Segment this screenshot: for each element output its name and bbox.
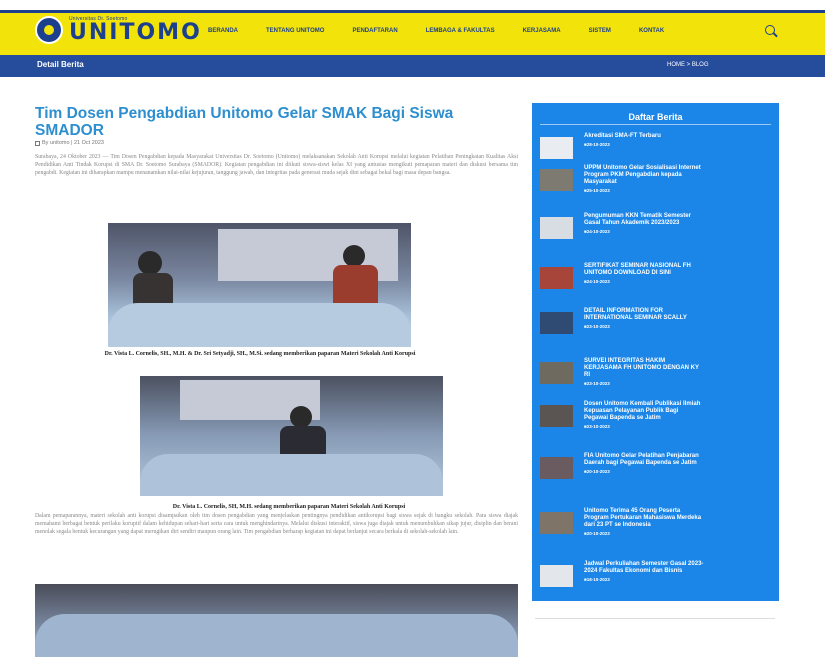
article-meta: By unitomo | 21 Oct 2023: [35, 140, 104, 146]
news-item-date: 28-10-2023: [584, 141, 704, 148]
presenter-figure: [138, 251, 162, 275]
main-nav: BERANDA TENTANG UNITOMO PENDAFTARAN LEMB…: [208, 28, 692, 34]
news-item-date: 18-10-2023: [584, 576, 704, 583]
news-item[interactable]: SERTIFIKAT SEMINAR NASIONAL FH UNITOMO D…: [540, 263, 771, 303]
article-paragraph-2: Dalam pemaparannya, materi sekolah anti …: [35, 513, 518, 536]
news-item-title: FIA Unitomo Gelar Pelatihan Penjabaran D…: [584, 453, 704, 475]
article-photo-3: [35, 584, 518, 657]
news-thumbnail: [540, 405, 573, 427]
news-item-date: 23-10-2023: [584, 380, 704, 387]
students-row: [35, 614, 518, 657]
sidebar-title: Daftar Berita: [628, 112, 683, 122]
page-title: Detail Berita: [37, 60, 84, 69]
news-item[interactable]: Unitomo Terima 45 Orang Peserta Program …: [540, 508, 771, 548]
news-thumbnail: [540, 457, 573, 479]
sidebar-bottom-divider: [535, 618, 775, 619]
sidebar-divider: [540, 124, 771, 125]
news-item-title: SURVEI INTEGRITAS HAKIM KERJASAMA FH UNI…: [584, 358, 704, 387]
nav-item-sistem[interactable]: SISTEM: [589, 28, 611, 34]
news-item-title: DETAIL INFORMATION FOR INTERNATIONAL SEM…: [584, 308, 704, 330]
news-item-date: 20-10-2023: [584, 468, 704, 475]
students-row: [108, 303, 411, 347]
nav-item-tentang[interactable]: TENTANG UNITOMO: [266, 28, 324, 34]
news-item-date: 23-10-2023: [584, 323, 704, 330]
news-item-title: Pengumuman KKN Tematik Semester Gasal Ta…: [584, 213, 704, 235]
page-banner: Detail Berita HOME > BLOG: [0, 55, 825, 77]
news-item[interactable]: SURVEI INTEGRITAS HAKIM KERJASAMA FH UNI…: [540, 358, 771, 398]
nav-item-kerjasama[interactable]: KERJASAMA: [523, 28, 561, 34]
news-item[interactable]: Jadwal Perkuliahan Semester Gasal 2023-2…: [540, 561, 771, 601]
news-item-date: 23-10-2023: [584, 423, 704, 430]
news-thumbnail: [540, 169, 573, 191]
news-item-title: Jadwal Perkuliahan Semester Gasal 2023-2…: [584, 561, 704, 583]
nav-item-lembaga[interactable]: LEMBAGA & FAKULTAS: [426, 28, 495, 34]
news-item-date: 20-10-2023: [584, 530, 704, 537]
news-thumbnail: [540, 267, 573, 289]
news-item[interactable]: Pengumuman KKN Tematik Semester Gasal Ta…: [540, 213, 771, 253]
nav-item-kontak[interactable]: KONTAK: [639, 28, 664, 34]
news-item-title: Unitomo Terima 45 Orang Peserta Program …: [584, 508, 704, 537]
news-item-date: 24-10-2023: [584, 228, 704, 235]
article-photo-1: [108, 223, 411, 347]
news-item-title: SERTIFIKAT SEMINAR NASIONAL FH UNITOMO D…: [584, 263, 704, 285]
news-item-title: Dosen Unitomo Kembali Publikasi Ilmiah K…: [584, 401, 704, 430]
calendar-icon: [35, 140, 40, 146]
news-thumbnail: [540, 137, 573, 159]
article-title: Tim Dosen Pengabdian Unitomo Gelar SMAK …: [35, 105, 454, 139]
news-thumbnail: [540, 512, 573, 534]
logo-wordmark: UNITOMO: [69, 20, 202, 45]
news-item-date: 24-10-2023: [584, 278, 704, 285]
news-thumbnail: [540, 362, 573, 384]
news-sidebar: Daftar Berita Akreditasi SMA-FT Terbaru2…: [532, 103, 779, 601]
presenter-figure-2: [343, 245, 365, 267]
news-item-title: UPPM Unitomo Gelar Sosialisasi Internet …: [584, 165, 704, 194]
breadcrumb[interactable]: HOME > BLOG: [667, 62, 709, 68]
news-thumbnail: [540, 565, 573, 587]
search-icon[interactable]: [765, 25, 775, 35]
logo-emblem-icon: [35, 16, 63, 44]
news-item[interactable]: FIA Unitomo Gelar Pelatihan Penjabaran D…: [540, 453, 771, 493]
article-paragraph-1: Surabaya, 24 Oktober 2023 — Tim Dosen Pe…: [35, 154, 518, 177]
logo-text-group: Universitas Dr. Soetomo UNITOMO: [69, 16, 202, 44]
top-strip: [0, 0, 825, 10]
photo-caption-2: Dr. Vista L. Cornelis, SH, M.H. sedang m…: [172, 504, 406, 510]
news-item-date: 25-10-2023: [584, 187, 704, 194]
news-item[interactable]: UPPM Unitomo Gelar Sosialisasi Internet …: [540, 165, 771, 205]
news-item[interactable]: Dosen Unitomo Kembali Publikasi Ilmiah K…: [540, 401, 771, 441]
students-row: [140, 454, 443, 496]
news-item[interactable]: DETAIL INFORMATION FOR INTERNATIONAL SEM…: [540, 308, 771, 348]
presenter-figure: [290, 406, 312, 428]
nav-item-pendaftaran[interactable]: PENDAFTARAN: [352, 28, 397, 34]
article-photo-2: [140, 376, 443, 496]
news-item-title: Akreditasi SMA-FT Terbaru28-10-2023: [584, 133, 704, 148]
site-logo[interactable]: Universitas Dr. Soetomo UNITOMO: [35, 14, 202, 46]
article-meta-text: By unitomo | 21 Oct 2023: [42, 140, 104, 146]
nav-item-beranda[interactable]: BERANDA: [208, 28, 238, 34]
news-thumbnail: [540, 217, 573, 239]
news-thumbnail: [540, 312, 573, 334]
photo-caption-1: Dr. Vista L. Cornelis, SH., M.H. & Dr. S…: [104, 351, 416, 357]
